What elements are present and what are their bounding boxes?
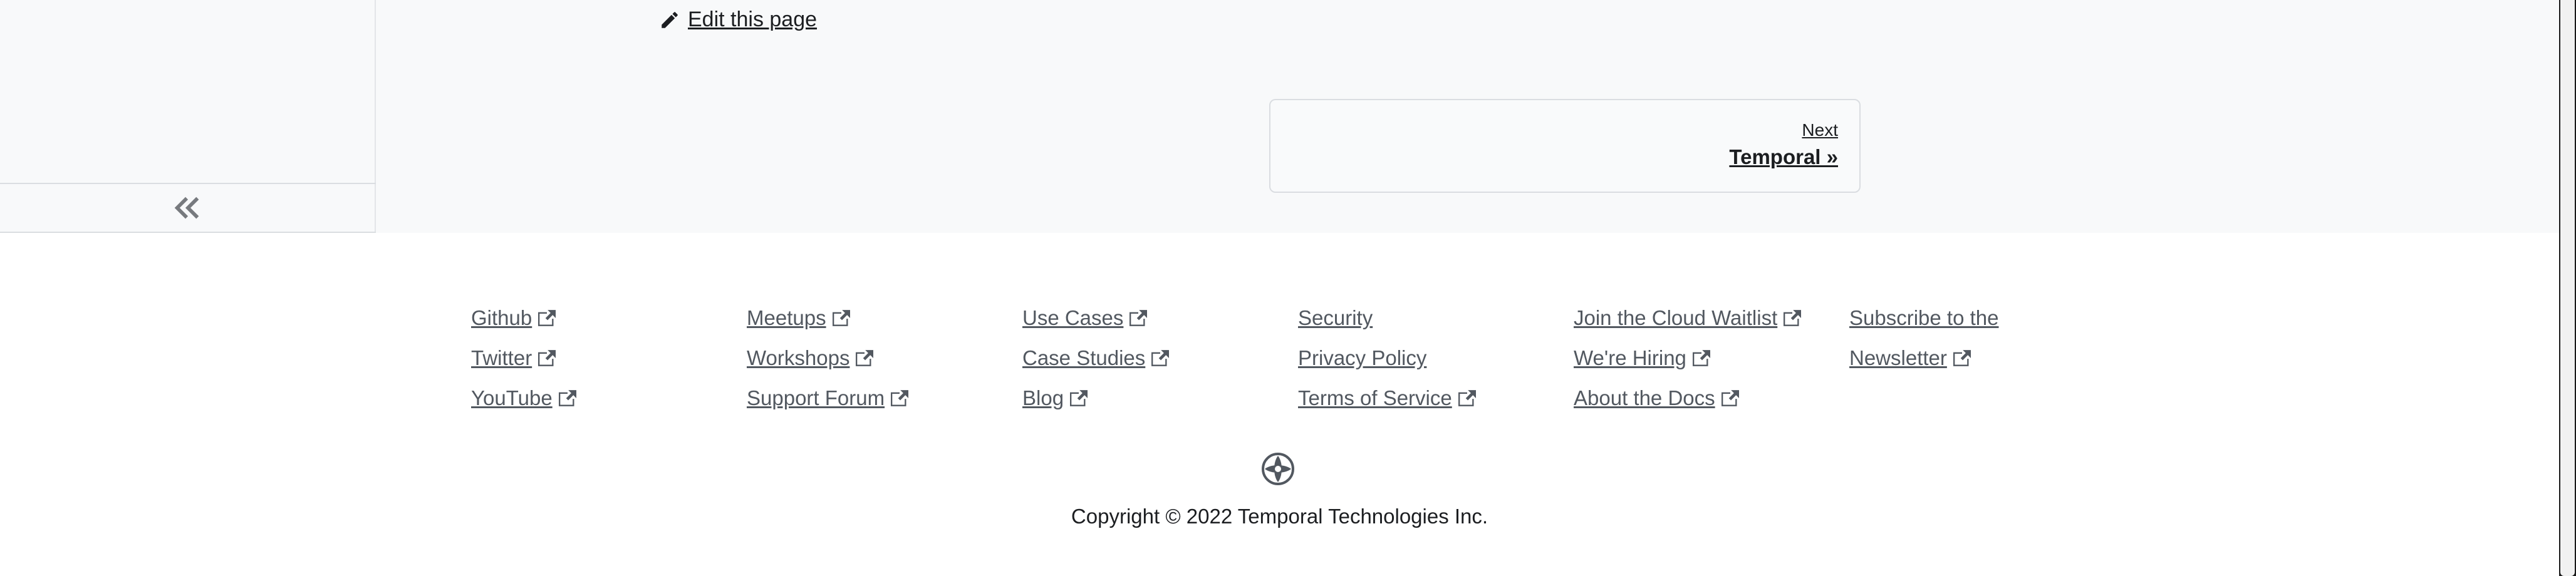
footer-column-social: Github Twitter YouTube: [471, 298, 576, 418]
pagination-label: Temporal »: [1729, 145, 1838, 168]
footer-link-privacy-policy[interactable]: Privacy Policy: [1298, 338, 1476, 378]
edit-this-page-label: Edit this page: [688, 8, 818, 31]
collapse-sidebar-button[interactable]: [0, 183, 376, 233]
footer-column-resources: Use Cases Case Studies Blog: [1022, 298, 1170, 418]
footer-link-about-docs[interactable]: About the Docs: [1574, 378, 1801, 418]
footer-link-twitter[interactable]: Twitter: [471, 338, 576, 378]
scrollbar-thumb[interactable]: [2560, 0, 2575, 576]
pagination-next-button[interactable]: Next Temporal »: [1269, 99, 1861, 193]
external-link-icon: [538, 350, 556, 366]
footer-link-meetups[interactable]: Meetups: [747, 298, 908, 338]
external-link-icon: [1151, 350, 1170, 366]
edit-this-page-link[interactable]: Edit this page: [659, 8, 817, 32]
footer-link-youtube[interactable]: YouTube: [471, 378, 576, 418]
footer-link-cloud-waitlist[interactable]: Join the Cloud Waitlist: [1574, 298, 1802, 338]
footer-link-security[interactable]: Security: [1298, 298, 1476, 338]
footer-link-case-studies[interactable]: Case Studies: [1022, 338, 1170, 378]
external-link-icon: [558, 390, 576, 406]
external-link-icon: [856, 350, 874, 366]
external-link-icon: [538, 310, 556, 326]
external-link-icon: [1070, 390, 1088, 406]
footer-link-workshops[interactable]: Workshops: [747, 338, 908, 378]
footer-column-community: Meetups Workshops Support Forum: [747, 298, 909, 418]
page: Edit this page Next Temporal » Github Tw…: [0, 0, 2576, 576]
external-link-icon: [1953, 350, 1971, 366]
docs-content-area: Edit this page Next Temporal »: [0, 0, 2559, 233]
footer-link-blog[interactable]: Blog: [1022, 378, 1169, 418]
footer: Github Twitter YouTube Meetups Workshops: [0, 233, 2559, 576]
double-chevron-left-icon: [174, 197, 199, 219]
footer-link-hiring[interactable]: We're Hiring: [1574, 338, 1801, 378]
footer-column-legal: Security Privacy Policy Terms of Service: [1298, 298, 1476, 418]
external-link-icon: [891, 390, 909, 406]
footer-link-newsletter-line1[interactable]: Subscribe to the: [1849, 298, 1998, 338]
footer-link-newsletter[interactable]: Newsletter: [1849, 338, 1998, 378]
temporal-logo-icon[interactable]: [1261, 452, 1295, 486]
footer-link-github[interactable]: Github: [471, 298, 576, 338]
copyright-text: Copyright © 2022 Temporal Technologies I…: [1071, 505, 1488, 528]
external-link-icon: [832, 310, 850, 326]
footer-link-use-cases[interactable]: Use Cases: [1022, 298, 1169, 338]
external-link-icon: [1692, 350, 1710, 366]
external-link-icon: [1130, 310, 1148, 326]
footer-column-newsletter: Subscribe to the Newsletter: [1849, 298, 1998, 378]
external-link-icon: [1721, 390, 1739, 406]
footer-link-support-forum[interactable]: Support Forum: [747, 378, 909, 418]
footer-link-terms-of-service[interactable]: Terms of Service: [1298, 378, 1476, 418]
external-link-icon: [1458, 390, 1476, 406]
footer-column-company: Join the Cloud Waitlist We're Hiring Abo…: [1574, 298, 1802, 418]
external-link-icon: [1784, 310, 1802, 326]
pagination-sublabel: Next: [1802, 120, 1838, 140]
pencil-icon: [662, 11, 678, 28]
docs-sidebar: [0, 0, 376, 233]
